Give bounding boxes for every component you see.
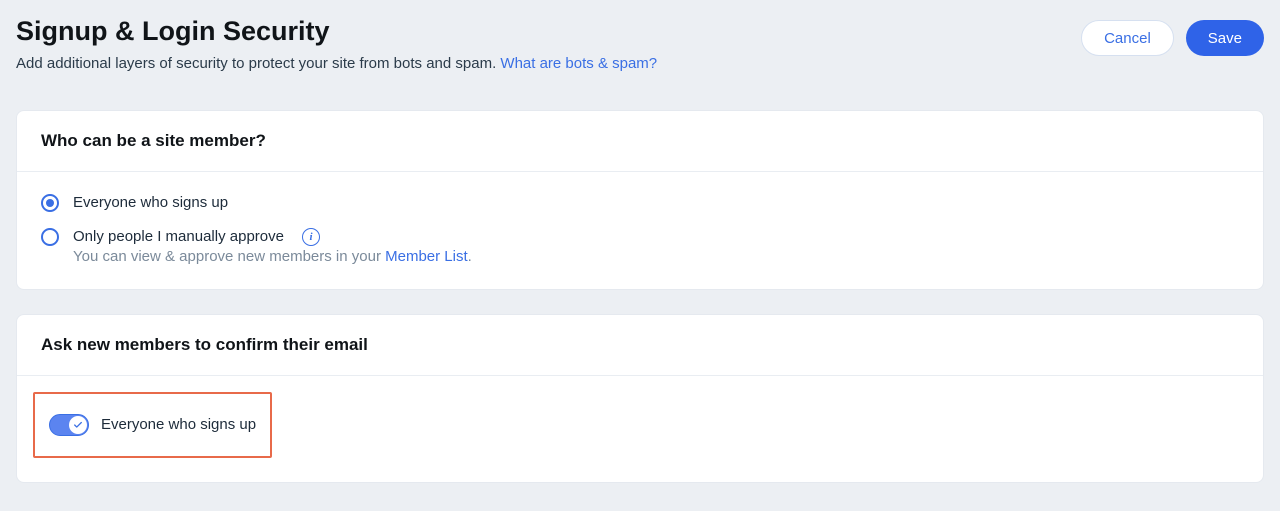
confirm-card-title: Ask new members to confirm their email bbox=[41, 335, 1239, 355]
member-list-link[interactable]: Member List bbox=[385, 248, 468, 265]
info-icon[interactable]: i bbox=[302, 228, 320, 246]
header-actions: Cancel Save bbox=[1081, 20, 1264, 56]
confirm-toggle-highlight: Everyone who signs up bbox=[33, 392, 272, 458]
radio-label-manual: Only people I manually approve bbox=[73, 228, 284, 245]
save-button[interactable]: Save bbox=[1186, 20, 1264, 56]
confirm-card-header: Ask new members to confirm their email bbox=[17, 315, 1263, 376]
confirm-toggle-label: Everyone who signs up bbox=[101, 416, 256, 433]
helper-suffix: . bbox=[468, 248, 472, 265]
membership-card-header: Who can be a site member? bbox=[17, 111, 1263, 172]
toggle-knob-icon bbox=[69, 416, 87, 434]
confirm-email-toggle[interactable] bbox=[49, 414, 89, 436]
radio-icon bbox=[41, 228, 59, 246]
membership-card-title: Who can be a site member? bbox=[41, 131, 1239, 151]
page-subtitle: Add additional layers of security to pro… bbox=[16, 53, 1081, 76]
helper-prefix: You can view & approve new members in yo… bbox=[73, 248, 385, 265]
radio-icon bbox=[41, 194, 59, 212]
membership-card: Who can be a site member? Everyone who s… bbox=[16, 110, 1264, 290]
bots-spam-link[interactable]: What are bots & spam? bbox=[500, 55, 657, 72]
subtitle-text: Add additional layers of security to pro… bbox=[16, 55, 500, 72]
page-title: Signup & Login Security bbox=[16, 16, 1081, 47]
manual-helper-text: You can view & approve new members in yo… bbox=[73, 248, 1239, 265]
cancel-button[interactable]: Cancel bbox=[1081, 20, 1174, 56]
confirm-email-card: Ask new members to confirm their email E… bbox=[16, 314, 1264, 483]
radio-label-everyone: Everyone who signs up bbox=[73, 194, 228, 211]
radio-option-everyone[interactable]: Everyone who signs up bbox=[41, 194, 1239, 212]
radio-option-manual[interactable]: Only people I manually approve i bbox=[41, 228, 1239, 246]
